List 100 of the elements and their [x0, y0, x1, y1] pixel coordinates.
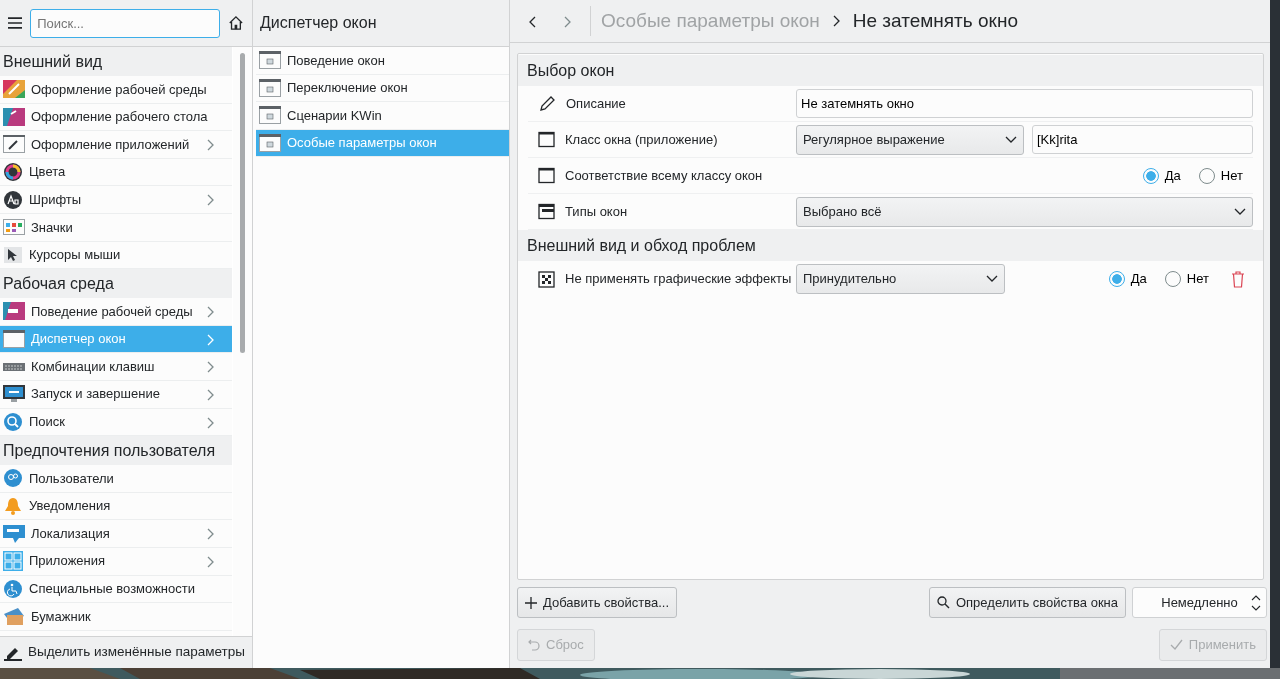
sidebar-item[interactable]: Оформление приложений [0, 131, 232, 159]
wallet-icon [3, 606, 25, 627]
window-icon [3, 329, 25, 350]
sidebar-item-label: Запуск и завершение [31, 385, 160, 404]
radio-button[interactable] [1108, 271, 1125, 287]
highlight-changes-toggle[interactable]: Выделить изменённые параметры [28, 642, 245, 663]
subpanel-item[interactable]: Сценарии KWin [256, 102, 509, 130]
checkerboard-icon [538, 270, 555, 288]
sidebar-item-label: Курсоры мыши [29, 246, 121, 265]
sidebar-item[interactable]: Пользователи [0, 465, 232, 493]
sidebar-item-label: Специальные возможности [29, 580, 195, 599]
subpanel-item-label: Переключение окон [287, 79, 408, 98]
page-title: Не затемнять окно [852, 8, 1018, 33]
sidebar-item[interactable]: Комбинации клавиш [0, 353, 232, 381]
property-label: Типы окон [565, 202, 628, 221]
window-icon [259, 133, 281, 154]
desktop-theme-icon [3, 106, 25, 127]
apps-grid-icon [3, 551, 23, 572]
icons-grid-icon [3, 217, 25, 238]
sidebar-item-label: Цвета [29, 163, 66, 182]
sidebar-item-label: Шрифты [29, 190, 82, 209]
bell-icon [3, 496, 23, 516]
color-wheel-icon [3, 162, 23, 183]
sidebar-item-label: Диспетчер окон [31, 330, 126, 349]
property-label: Класс окна (приложение) [565, 130, 718, 149]
window-icon [259, 50, 281, 71]
property-label: Не применять графические эффекты [565, 270, 792, 289]
checkmark-icon [1169, 639, 1183, 651]
sidebar-item-label: Поиск [29, 413, 66, 432]
radio-option[interactable]: Да [1142, 165, 1181, 186]
dropdown[interactable]: Принудительно [796, 264, 1005, 294]
sidebar-item[interactable]: Приложения [0, 547, 232, 576]
sidebar-item-label: Пользователи [29, 469, 114, 488]
sidebar-item[interactable]: Уведомления [0, 492, 232, 521]
search-icon [3, 411, 23, 432]
sidebar-item[interactable]: Бумажник [0, 603, 232, 631]
sidebar-item-label: Оформление приложений [31, 135, 190, 154]
text-field[interactable]: Не затемнять окно [796, 89, 1253, 118]
monitor-icon [3, 384, 25, 405]
cursor-icon [3, 244, 23, 265]
radio-button[interactable] [1164, 271, 1181, 287]
sidebar-item-label: Уведомления [29, 497, 111, 516]
search-field[interactable]: Поиск... [30, 8, 221, 38]
window-types-icon [538, 203, 555, 220]
sidebar-item-label: Локализация [31, 524, 110, 543]
accessibility-icon [3, 578, 23, 599]
font-icon [3, 189, 23, 210]
sidebar-item-label: Оформление рабочего стола [31, 108, 208, 127]
plus-icon [525, 596, 537, 609]
sidebar-item[interactable]: Запуск и завершение [0, 380, 232, 409]
radio-option[interactable]: Нет [1198, 165, 1243, 186]
sidebar-item[interactable]: Шрифты [0, 186, 232, 214]
subpanel-item-label: Особые параметры окон [287, 134, 437, 153]
section-header: Выбор окон [518, 55, 1263, 86]
sidebar-item-label: Приложения [29, 552, 106, 571]
trash-icon[interactable] [1231, 270, 1245, 288]
sidebar-item-label: Поведение рабочей среды [31, 302, 193, 321]
sidebar-item[interactable]: Локализация [0, 520, 232, 548]
desktop-behavior-icon [3, 301, 25, 322]
window-icon [538, 131, 555, 148]
dropdown[interactable]: Регулярное выражение [796, 124, 1024, 155]
speech-bubble-icon [3, 523, 25, 544]
sidebar-item-label: Оформление рабочей среды [31, 80, 207, 99]
palette-icon [3, 79, 25, 100]
sidebar-item-label: Комбинации клавиш [31, 357, 155, 376]
sidebar-item[interactable]: Значки [0, 213, 232, 242]
category-header: Рабочая среда [0, 269, 232, 299]
sidebar-item[interactable]: Оформление рабочей среды [0, 76, 232, 104]
search-icon [936, 596, 950, 609]
subpanel-item[interactable]: Поведение окон [256, 47, 509, 75]
section-header: Внешний вид и обход проблем [518, 230, 1263, 261]
sidebar-item[interactable]: Поведение рабочей среды [0, 298, 232, 326]
home-icon[interactable] [228, 14, 244, 32]
detect-properties-button[interactable]: Определить свойства окна [928, 587, 1126, 618]
radio-button[interactable] [1198, 167, 1215, 184]
category-header: Предпочтения пользователя [0, 436, 232, 466]
category-header: Внешний вид [0, 47, 232, 76]
text-field[interactable]: [Kk]rita [1032, 125, 1253, 154]
menu-icon[interactable] [8, 16, 23, 30]
scrollbar-thumb[interactable] [240, 53, 245, 353]
radio-option[interactable]: Да [1108, 269, 1147, 289]
subpanel-item-label: Сценарии KWin [287, 106, 382, 125]
subpanel-item-label: Поведение окон [287, 51, 385, 70]
spin-arrows-icon[interactable] [1250, 594, 1262, 612]
sidebar-item-label: Бумажник [31, 607, 91, 626]
property-label: Соответствие всему классу окон [565, 166, 763, 185]
users-icon [3, 468, 23, 489]
sidebar-item[interactable]: Специальные возможности [0, 575, 232, 604]
radio-button[interactable] [1142, 167, 1159, 184]
brush-icon [3, 134, 25, 155]
add-properties-button[interactable]: Добавить свойства... [517, 587, 678, 618]
subpanel-item[interactable]: Переключение окон [256, 74, 509, 103]
radio-option[interactable]: Нет [1164, 269, 1209, 289]
undo-icon [528, 639, 540, 651]
pencil-icon [538, 94, 556, 113]
delay-spinbox[interactable]: Немедленно [1132, 587, 1267, 618]
sidebar-item[interactable]: Цвета [0, 158, 232, 187]
dropdown[interactable]: Выбрано всё [796, 196, 1253, 227]
window-icon [538, 167, 555, 184]
sidebar-item[interactable]: Оформление рабочего стола [0, 103, 232, 132]
